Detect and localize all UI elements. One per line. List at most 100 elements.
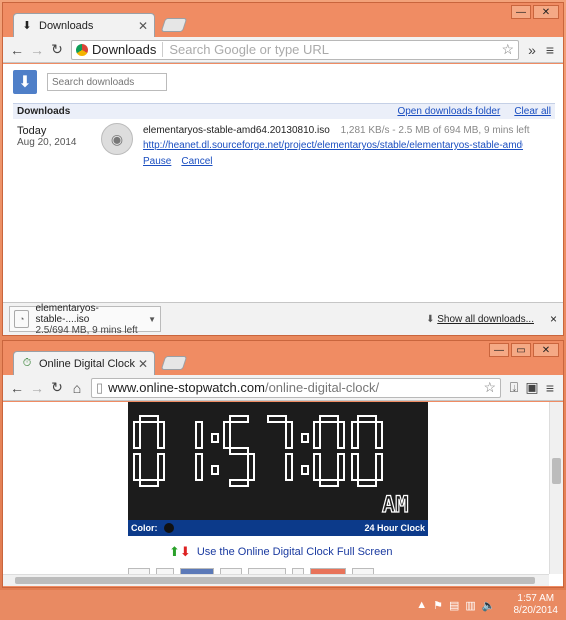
volume-icon[interactable]: 🔈 <box>482 599 496 612</box>
chevron-down-icon[interactable]: ▼ <box>148 315 156 324</box>
digital-clock-display[interactable]: AM <box>128 402 428 534</box>
horizontal-scrollbar[interactable] <box>3 574 549 586</box>
back-icon[interactable]: ← <box>7 380 27 396</box>
download-date-text: Aug 20, 2014 <box>17 137 77 148</box>
fullscreen-link-row: ⬆⬇ Use the Online Digital Clock Full Scr… <box>169 544 392 560</box>
download-url[interactable]: http://heanet.dl.sourceforge.net/project… <box>143 140 523 151</box>
window-controls: — ▭ ✕ <box>489 343 559 357</box>
clock-digits: AM <box>133 415 409 519</box>
menu-icon[interactable]: ≡ <box>541 42 559 58</box>
clock-digit <box>267 415 293 481</box>
close-shelf-icon[interactable]: × <box>550 312 557 326</box>
clock-colon <box>301 433 309 443</box>
close-window-icon[interactable]: ✕ <box>533 5 559 19</box>
new-tab-button[interactable] <box>160 356 188 370</box>
shelf-filename: elementaryos-stable-....iso <box>35 302 99 325</box>
section-title: Downloads <box>17 106 71 117</box>
reload-icon[interactable]: ↻ <box>47 379 67 396</box>
minimize-icon[interactable]: — <box>489 343 509 357</box>
disc-file-icon: ◉ <box>101 123 133 155</box>
bookmark-star-icon[interactable]: ☆ <box>483 379 496 396</box>
downloads-topbar: ⬇ <box>13 70 167 94</box>
browser-toolbar: ← → ↻ Downloads Search Google or type UR… <box>3 37 563 63</box>
network-icon[interactable]: ▤ <box>449 599 459 612</box>
show-all-downloads-link[interactable]: Show all downloads... <box>437 314 534 325</box>
clock-ampm: AM <box>382 493 409 518</box>
clock-digit <box>133 415 165 487</box>
clock-window: ⏱ Online Digital Clock ✕ — ▭ ✕ ← → ↻ ⌂ ▯… <box>2 340 564 588</box>
updown-arrows-icon: ⬆⬇ <box>169 544 191 559</box>
fullscreen-link[interactable]: Use the Online Digital Clock Full Screen <box>197 546 393 558</box>
cancel-link[interactable]: Cancel <box>181 156 212 167</box>
download-date: Today Aug 20, 2014 <box>17 125 97 148</box>
save-page-icon[interactable]: ⍗ <box>505 379 523 396</box>
show-hidden-icons-icon[interactable]: ▲ <box>416 599 427 611</box>
tab-title: Downloads <box>39 19 94 32</box>
reload-icon[interactable]: ↻ <box>47 41 67 58</box>
color-picker[interactable] <box>163 523 174 533</box>
tab-title: Online Digital Clock <box>39 357 135 370</box>
scroll-thumb[interactable] <box>552 458 561 484</box>
close-window-icon[interactable]: ✕ <box>533 343 559 357</box>
tray-date: 8/20/2014 <box>513 605 559 616</box>
shelf-download-item[interactable]: ◔ elementaryos-stable-....iso 2.5/694 MB… <box>9 302 161 336</box>
home-icon[interactable]: ⌂ <box>67 380 87 396</box>
clock-tray[interactable]: 1:57 AM 8/20/2014 <box>514 593 559 617</box>
maximize-icon[interactable]: ▭ <box>511 343 531 357</box>
clock-digit <box>351 415 383 487</box>
omnibox[interactable]: Downloads Search Google or type URL ☆ <box>71 39 519 60</box>
24-hour-clock-toggle[interactable]: 24 Hour Clock <box>364 523 425 533</box>
download-arrow-icon: ⬇ <box>426 313 435 325</box>
download-day: Today <box>17 125 47 137</box>
omnibox[interactable]: ▯ www.online-stopwatch.com/online-digita… <box>91 377 501 398</box>
browser-toolbar: ← → ↻ ⌂ ▯ www.online-stopwatch.com/onlin… <box>3 375 563 401</box>
close-tab-icon[interactable]: ✕ <box>138 19 148 33</box>
forward-icon[interactable]: → <box>27 380 47 396</box>
tab-online-digital-clock[interactable]: ⏱ Online Digital Clock ✕ <box>13 351 155 375</box>
clock-colon <box>211 465 219 475</box>
download-filename[interactable]: elementaryos-stable-amd64.20130810.iso <box>143 125 330 136</box>
chip-label: Downloads <box>92 42 157 57</box>
search-downloads-input[interactable] <box>47 73 167 91</box>
downloads-logo-icon: ⬇ <box>13 70 37 94</box>
scroll-thumb[interactable] <box>15 577 535 584</box>
window-controls: — ✕ <box>511 5 559 19</box>
page-icon: ▯ <box>96 379 104 395</box>
clear-all-link[interactable]: Clear all <box>514 106 551 117</box>
vertical-scrollbar[interactable] <box>549 402 563 574</box>
extensions-chevron-icon[interactable]: » <box>523 42 541 58</box>
url-path: /online-digital-clock/ <box>264 380 380 395</box>
close-tab-icon[interactable]: ✕ <box>138 357 148 371</box>
file-icon: ◔ <box>14 310 30 328</box>
minimize-icon[interactable]: — <box>511 5 531 19</box>
clock-digit <box>223 415 255 487</box>
back-icon[interactable]: ← <box>7 42 27 58</box>
flag-icon[interactable]: ⚑ <box>433 599 443 612</box>
menu-icon[interactable]: ≡ <box>541 380 559 396</box>
system-tray: ▲ ⚑ ▤ ▥ 🔈 1:57 AM 8/20/2014 <box>416 593 558 617</box>
color-label: Color: <box>131 523 158 533</box>
clock-digit <box>313 415 345 487</box>
open-downloads-folder-link[interactable]: Open downloads folder <box>397 106 500 117</box>
download-progress: 1,281 KB/s - 2.5 MB of 694 MB, 9 mins le… <box>340 125 530 136</box>
title-bar: ⏱ Online Digital Clock ✕ — ▭ ✕ <box>3 341 563 375</box>
clock-colon <box>301 465 309 475</box>
page-chip: Downloads <box>76 42 164 57</box>
downloads-header: Downloads Open downloads folder Clear al… <box>13 103 555 119</box>
new-tab-button[interactable] <box>160 18 188 32</box>
chrome-icon <box>76 43 88 56</box>
omnibox-placeholder: Search Google or type URL <box>169 42 330 57</box>
downloads-page: ⬇ Downloads Open downloads folder Clear … <box>3 64 563 302</box>
download-info: elementaryos-stable-amd64.20130810.iso 1… <box>143 125 563 167</box>
tab-downloads[interactable]: ⬇ Downloads ✕ <box>13 13 155 37</box>
forward-icon[interactable]: → <box>27 42 47 58</box>
tray-time: 1:57 AM <box>517 593 555 604</box>
display-icon[interactable]: ▥ <box>465 599 475 612</box>
clock-colon <box>211 433 219 443</box>
bookmark-star-icon[interactable]: ☆ <box>501 41 514 58</box>
image-extension-icon[interactable]: ▣ <box>523 379 541 396</box>
downloads-window: ⬇ Downloads ✕ — ✕ ← → ↻ Downloads Search… <box>2 2 564 336</box>
download-shelf: ◔ elementaryos-stable-....iso 2.5/694 MB… <box>3 302 563 336</box>
pause-link[interactable]: Pause <box>143 156 171 167</box>
taskbar: ▲ ⚑ ▤ ▥ 🔈 1:57 AM 8/20/2014 <box>0 590 566 620</box>
